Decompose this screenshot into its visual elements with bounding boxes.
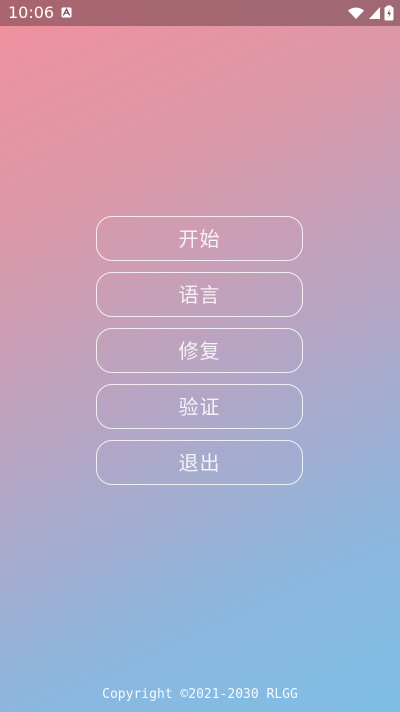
main-menu: 开始 语言 修复 验证 退出 xyxy=(96,216,303,496)
language-button[interactable]: 语言 xyxy=(96,272,303,317)
status-bar: 10:06 xyxy=(0,0,400,26)
battery-icon xyxy=(384,5,394,21)
status-time: 10:06 xyxy=(8,3,55,22)
verify-button[interactable]: 验证 xyxy=(96,384,303,429)
status-icons xyxy=(347,4,394,22)
start-button[interactable]: 开始 xyxy=(96,216,303,261)
signal-icon xyxy=(369,7,380,19)
repair-button[interactable]: 修复 xyxy=(96,328,303,373)
copyright-footer: Copyright ©2021-2030 RLGG xyxy=(102,687,298,702)
android-notification-icon xyxy=(61,7,72,18)
exit-button[interactable]: 退出 xyxy=(96,440,303,485)
app-screen: 10:06 开始 语言 修复 验证 退出 Copyright ©2021-203… xyxy=(0,0,400,712)
wifi-icon xyxy=(348,7,364,19)
